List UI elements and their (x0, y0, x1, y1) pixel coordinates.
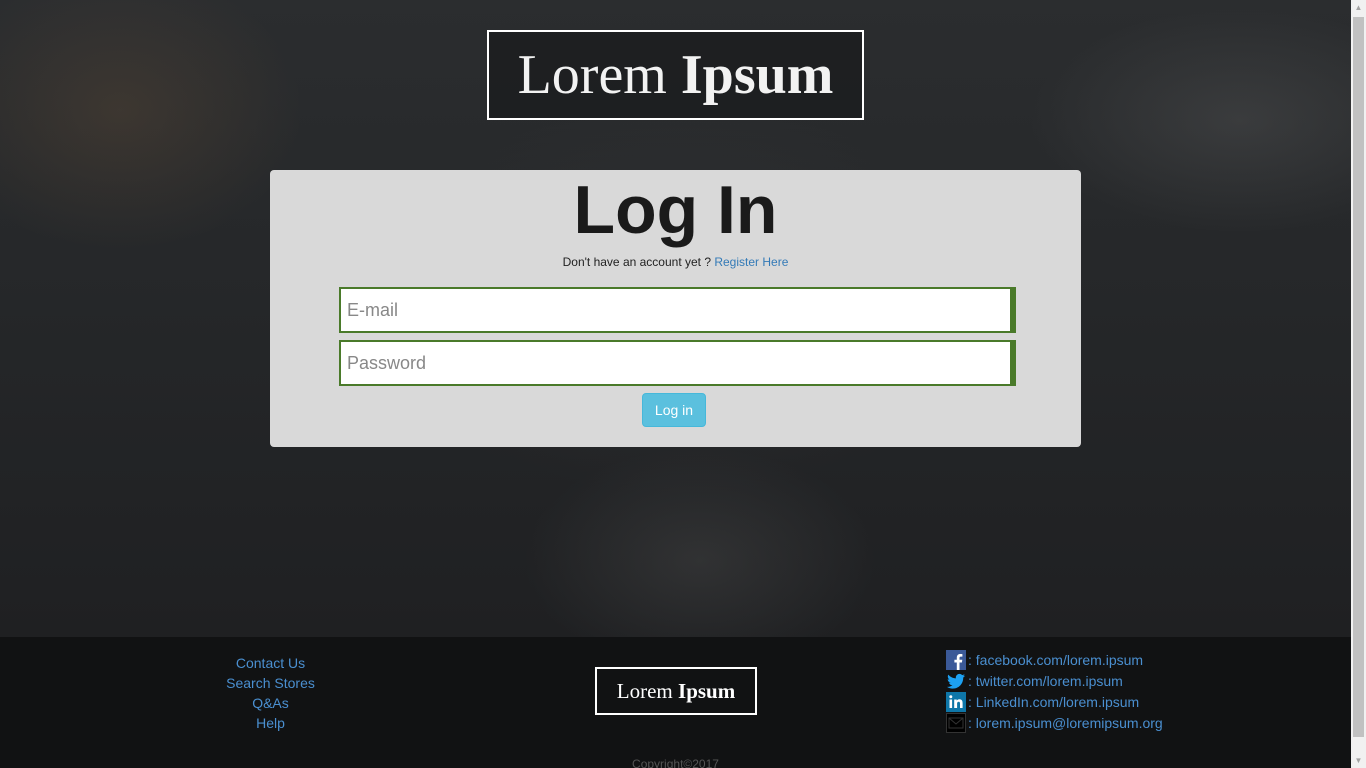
footer-link-contact-us[interactable]: Contact Us (200, 653, 341, 673)
social-row-facebook: : facebook.com/lorem.ipsum (946, 649, 1163, 670)
facebook-icon[interactable] (946, 649, 966, 670)
footer-link-qas[interactable]: Q&As (200, 693, 341, 713)
footer-logo-regular-text: Lorem (616, 679, 679, 703)
social-links: : facebook.com/lorem.ipsum : twitter.com… (946, 649, 1163, 733)
twitter-link[interactable]: : twitter.com/lorem.ipsum (968, 673, 1123, 689)
footer-link-search-stores[interactable]: Search Stores (200, 673, 341, 693)
scroll-thumb[interactable] (1353, 17, 1364, 737)
social-row-email: : lorem.ipsum@loremipsum.org (946, 712, 1163, 733)
footer-links: Contact Us Search Stores Q&As Help (200, 653, 341, 733)
logo-regular-text: Lorem (517, 44, 681, 106)
email-field[interactable] (339, 287, 1016, 333)
login-button[interactable]: Log in (642, 393, 706, 427)
login-title: Log In (573, 172, 778, 248)
password-field[interactable] (339, 340, 1016, 386)
vertical-scrollbar[interactable]: ▲ ▼ (1351, 0, 1366, 768)
page: Lorem Ipsum Log In Don't have an account… (0, 0, 1351, 768)
linkedin-link[interactable]: : LinkedIn.com/lorem.ipsum (968, 694, 1139, 710)
register-link[interactable]: Register Here (714, 255, 788, 269)
social-row-linkedin: : LinkedIn.com/lorem.ipsum (946, 691, 1163, 712)
email-link[interactable]: : lorem.ipsum@loremipsum.org (968, 715, 1163, 731)
scroll-up-arrow-icon[interactable]: ▲ (1351, 0, 1366, 15)
site-logo[interactable]: Lorem Ipsum (487, 30, 864, 120)
login-panel: Log In Don't have an account yet ? Regis… (270, 170, 1081, 447)
logo-bold-text: Ipsum (680, 44, 834, 106)
footer-logo-bold-text: Ipsum (678, 679, 736, 703)
footer-link-help[interactable]: Help (200, 713, 341, 733)
facebook-link[interactable]: : facebook.com/lorem.ipsum (968, 652, 1143, 668)
twitter-icon[interactable] (946, 671, 966, 691)
register-prompt: Don't have an account yet ? Register Her… (270, 254, 1081, 270)
copyright: Copyright©2017 (632, 757, 719, 768)
register-prompt-text: Don't have an account yet ? (562, 255, 715, 269)
footer-logo[interactable]: Lorem Ipsum (595, 667, 757, 715)
social-row-twitter: : twitter.com/lorem.ipsum (946, 670, 1163, 691)
footer: Contact Us Search Stores Q&As Help Lorem… (0, 637, 1351, 768)
scroll-down-arrow-icon[interactable]: ▼ (1351, 753, 1366, 768)
linkedin-icon[interactable] (946, 691, 966, 712)
email-icon[interactable] (946, 712, 966, 733)
